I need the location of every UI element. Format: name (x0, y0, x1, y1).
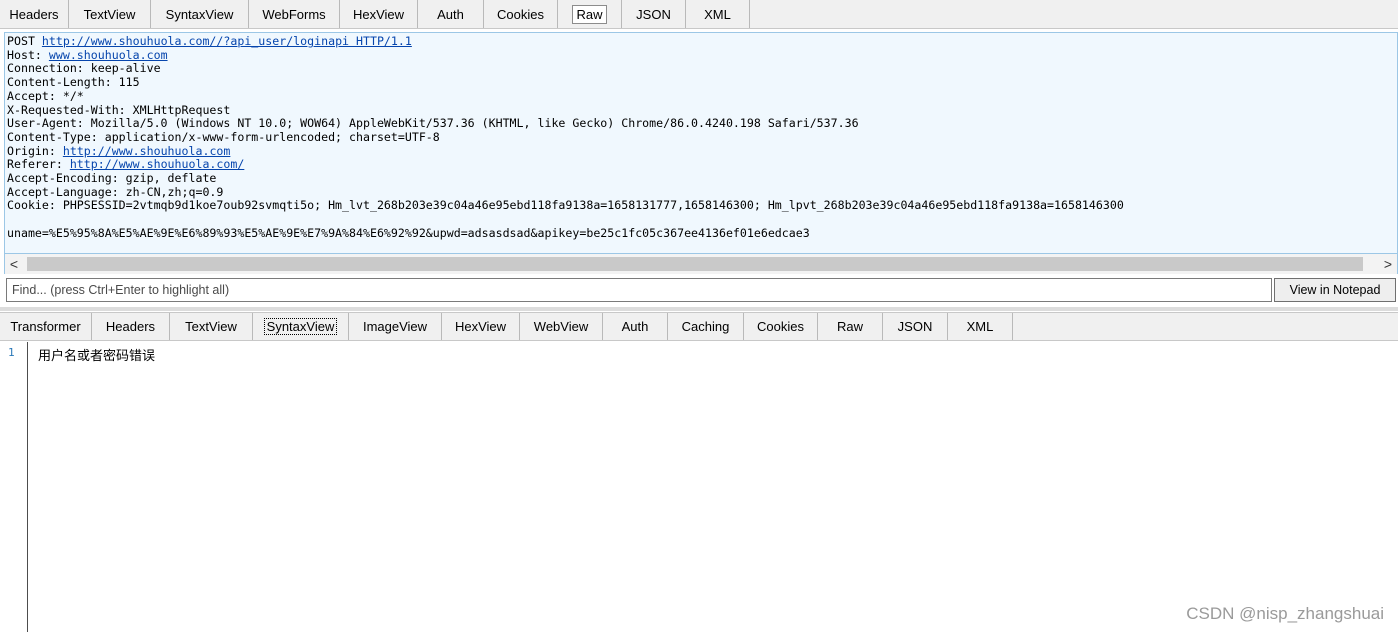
referer-label: Referer: (7, 157, 63, 172)
x-requested-with-header: X-Requested-With: XMLHttpRequest (7, 102, 231, 117)
content-length-header: Content-Length: 115 (7, 75, 140, 90)
raw-request-text: POST http://www.shouhuola.com//?api_user… (7, 34, 1124, 241)
request-tab-webforms[interactable]: WebForms (249, 0, 340, 28)
response-tab-headers[interactable]: Headers (92, 313, 170, 340)
referer-link[interactable]: http://www.shouhuola.com/ (70, 157, 245, 171)
request-body: uname=%E5%95%8A%E5%AE%9E%E6%89%93%E5%AE%… (7, 225, 810, 240)
request-tab-bar: Headers TextView SyntaxView WebForms Hex… (0, 0, 1398, 29)
connection-header: Connection: keep-alive (7, 61, 161, 76)
response-tab-xml[interactable]: XML (948, 313, 1013, 340)
response-tab-caching[interactable]: Caching (668, 313, 744, 340)
request-tab-hexview[interactable]: HexView (340, 0, 418, 28)
raw-request-textarea[interactable]: POST http://www.shouhuola.com//?api_user… (4, 32, 1398, 254)
view-in-notepad-button[interactable]: View in Notepad (1274, 278, 1396, 302)
accept-encoding-header: Accept-Encoding: gzip, deflate (7, 171, 217, 186)
request-tab-headers[interactable]: Headers (0, 0, 69, 28)
response-tab-auth[interactable]: Auth (603, 313, 668, 340)
pane-splitter[interactable] (0, 307, 1398, 311)
response-tab-imageview[interactable]: ImageView (349, 313, 442, 340)
request-tab-textview[interactable]: TextView (69, 0, 151, 28)
line-number: 1 (8, 346, 15, 359)
find-input[interactable] (6, 278, 1272, 302)
scroll-right-icon[interactable]: > (1379, 254, 1397, 274)
response-syntax-view[interactable]: 1 用户名或者密码错误 (0, 342, 1398, 632)
cookie-header: Cookie: PHPSESSID=2vtmqb9d1koe7oub92svmq… (7, 198, 1124, 213)
line-number-gutter: 1 (4, 342, 28, 632)
request-tab-xml[interactable]: XML (686, 0, 750, 28)
request-tab-cookies[interactable]: Cookies (484, 0, 558, 28)
response-tab-bar: Transformer Headers TextView SyntaxView … (0, 312, 1398, 341)
content-type-header: Content-Type: application/x-www-form-url… (7, 129, 440, 144)
request-tab-auth[interactable]: Auth (418, 0, 484, 28)
response-tab-transformer[interactable]: Transformer (0, 313, 92, 340)
horizontal-scrollbar[interactable]: < > (4, 254, 1398, 274)
response-tab-cookies[interactable]: Cookies (744, 313, 818, 340)
response-tab-json[interactable]: JSON (883, 313, 948, 340)
request-url-link[interactable]: http://www.shouhuola.com//?api_user/logi… (42, 34, 412, 48)
origin-label: Origin: (7, 143, 56, 158)
accept-header: Accept: */* (7, 88, 84, 103)
watermark: CSDN @nisp_zhangshuai (1186, 604, 1384, 623)
response-tab-webview[interactable]: WebView (520, 313, 603, 340)
response-tab-syntaxview[interactable]: SyntaxView (253, 313, 349, 340)
request-tab-raw[interactable]: Raw (558, 0, 622, 28)
request-tab-json[interactable]: JSON (622, 0, 686, 28)
request-method: POST (7, 34, 35, 48)
request-tab-syntaxview[interactable]: SyntaxView (151, 0, 249, 28)
response-tab-hexview[interactable]: HexView (442, 313, 520, 340)
response-body-text: 用户名或者密码错误 (38, 349, 156, 364)
host-link[interactable]: www.shouhuola.com (49, 48, 168, 62)
response-tab-textview[interactable]: TextView (170, 313, 253, 340)
origin-link[interactable]: http://www.shouhuola.com (63, 144, 231, 158)
host-label: Host: (7, 47, 42, 62)
scrollbar-thumb[interactable] (27, 257, 1363, 271)
user-agent-header: User-Agent: Mozilla/5.0 (Windows NT 10.0… (7, 116, 859, 131)
accept-language-header: Accept-Language: zh-CN,zh;q=0.9 (7, 184, 224, 199)
response-tab-raw[interactable]: Raw (818, 313, 883, 340)
scroll-left-icon[interactable]: < (5, 254, 23, 274)
